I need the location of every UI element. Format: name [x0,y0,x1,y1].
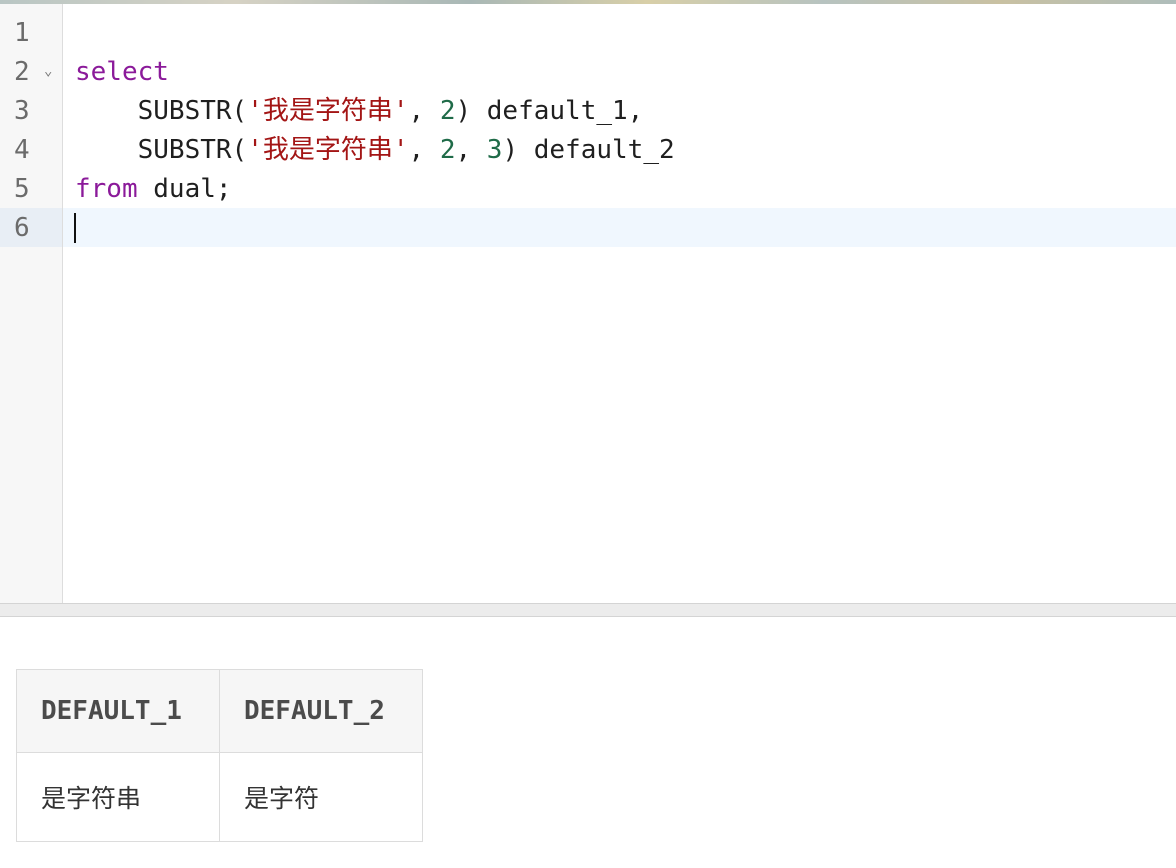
code-token: ) default_2 [502,135,675,165]
code-text: SUBSTR('我是字符串', 2) default_1, [75,96,644,126]
code-text: SUBSTR('我是字符串', 2, 3) default_2 [75,135,675,165]
table-cell[interactable]: 是字符 [219,752,423,842]
table-header-row: DEFAULT_1 DEFAULT_2 [16,669,423,753]
code-token: ) default_1, [455,96,644,126]
line-number: 3 [14,96,30,126]
code-line-5[interactable]: from dual; [63,169,1176,208]
code-token: , [455,135,487,165]
code-token: SUBSTR( [75,96,248,126]
line-number: 4 [14,135,30,165]
gutter-row-2: 2 ⌄ [0,52,62,91]
number-token: 3 [486,135,503,165]
table-row: 是字符串 是字符 [16,752,423,842]
code-line-1[interactable] [63,13,1176,52]
code-token: , [408,135,440,165]
sql-editor[interactable]: 1 2 ⌄ 3 4 5 6 select SUBSTR('我是字符串', 2) … [0,4,1176,603]
table-cell[interactable]: 是字符串 [16,752,220,842]
number-token: 2 [439,96,456,126]
gutter-row-1: 1 [0,13,62,52]
keyword-token: from [75,174,138,204]
pane-resize-handle[interactable] [0,603,1176,617]
gutter-row-6: 6 [0,208,62,247]
gutter-row-3: 3 [0,91,62,130]
code-token: dual; [137,174,232,204]
results-panel: DEFAULT_1 DEFAULT_2 是字符串 是字符 [0,617,1176,868]
line-number: 2 [14,57,30,87]
code-line-2[interactable]: select [63,52,1176,91]
string-token: '我是字符串' [247,135,409,165]
result-table: DEFAULT_1 DEFAULT_2 是字符串 是字符 [16,669,423,842]
column-header[interactable]: DEFAULT_2 [219,669,423,753]
chevron-down-icon[interactable]: ⌄ [44,64,52,78]
text-cursor [74,213,76,243]
keyword-token: select [75,57,169,87]
line-number: 6 [14,213,30,243]
code-line-4[interactable]: SUBSTR('我是字符串', 2, 3) default_2 [63,130,1176,169]
line-number-gutter: 1 2 ⌄ 3 4 5 6 [0,4,63,603]
line-number: 1 [14,18,30,48]
code-line-6-active[interactable] [63,208,1176,247]
code-text: select [75,57,169,87]
string-token: '我是字符串' [247,96,409,126]
line-number: 5 [14,174,30,204]
code-token: , [408,96,440,126]
gutter-row-5: 5 [0,169,62,208]
code-text: from dual; [75,174,232,204]
code-line-3[interactable]: SUBSTR('我是字符串', 2) default_1, [63,91,1176,130]
code-area[interactable]: select SUBSTR('我是字符串', 2) default_1, SUB… [63,4,1176,603]
column-header[interactable]: DEFAULT_1 [16,669,220,753]
code-token: SUBSTR( [75,135,248,165]
number-token: 2 [439,135,456,165]
gutter-row-4: 4 [0,130,62,169]
